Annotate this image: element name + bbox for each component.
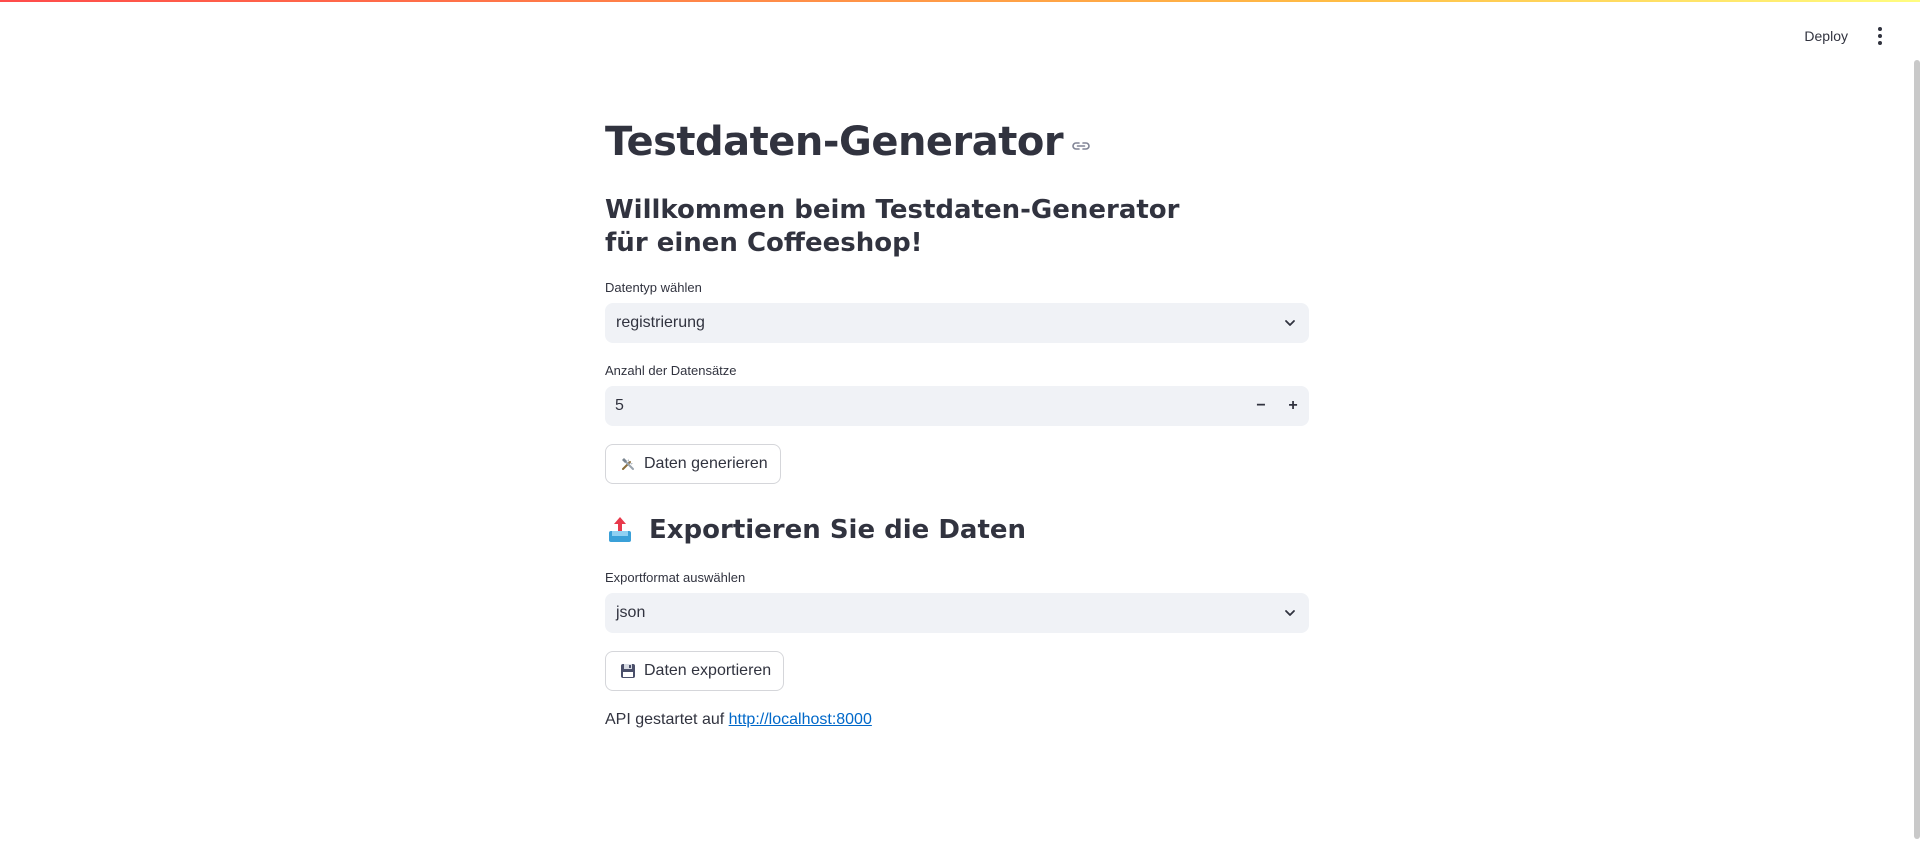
api-status-text: API gestartet auf — [605, 711, 725, 728]
app-header: Deploy — [0, 2, 1920, 60]
api-link[interactable]: http://localhost:8000 — [729, 711, 872, 728]
count-label: Anzahl der Datensätze — [605, 363, 737, 378]
count-number-input[interactable]: 5 − + — [605, 386, 1309, 426]
vertical-dots-icon — [1878, 27, 1882, 31]
datatype-select[interactable]: registrierung — [605, 303, 1309, 343]
datatype-selected-value: registrierung — [616, 314, 705, 331]
main-menu-button[interactable] — [1870, 24, 1890, 48]
export-data-label: Daten exportieren — [644, 662, 772, 679]
deploy-button[interactable]: Deploy — [1798, 24, 1854, 48]
chevron-down-icon — [1285, 610, 1295, 616]
export-data-button[interactable]: Daten exportieren — [605, 651, 785, 691]
decrement-button[interactable]: − — [1245, 386, 1277, 426]
increment-button[interactable]: + — [1277, 386, 1309, 426]
export-format-select[interactable]: json — [605, 593, 1309, 633]
main-content: Testdaten-Generator Willkommen beim Test… — [605, 110, 1309, 729]
chevron-down-icon — [1285, 320, 1295, 326]
count-value[interactable]: 5 — [605, 397, 1245, 415]
generate-data-button[interactable]: Daten generieren — [605, 444, 781, 484]
export-format-label: Exportformat auswählen — [605, 570, 746, 585]
outbox-tray-icon — [609, 517, 631, 542]
export-heading-text: Exportieren Sie die Daten — [649, 515, 1027, 545]
page-title: Testdaten-Generator — [605, 119, 1064, 165]
api-status-line: API gestartet auf http://localhost:8000 — [605, 711, 1309, 729]
link-icon[interactable] — [1071, 139, 1091, 153]
title-row: Testdaten-Generator — [605, 110, 1309, 174]
floppy-disk-icon — [621, 664, 635, 678]
export-format-selected-value: json — [616, 604, 646, 621]
export-section-heading: Exportieren Sie die Daten — [605, 510, 1309, 550]
datatype-label: Datentyp wählen — [605, 280, 702, 295]
tools-icon — [622, 458, 634, 470]
welcome-subtitle: Willkommen beim Testdaten-Generator für … — [605, 195, 1180, 258]
scrollbar[interactable] — [1914, 60, 1920, 839]
generate-data-label: Daten generieren — [644, 455, 768, 472]
